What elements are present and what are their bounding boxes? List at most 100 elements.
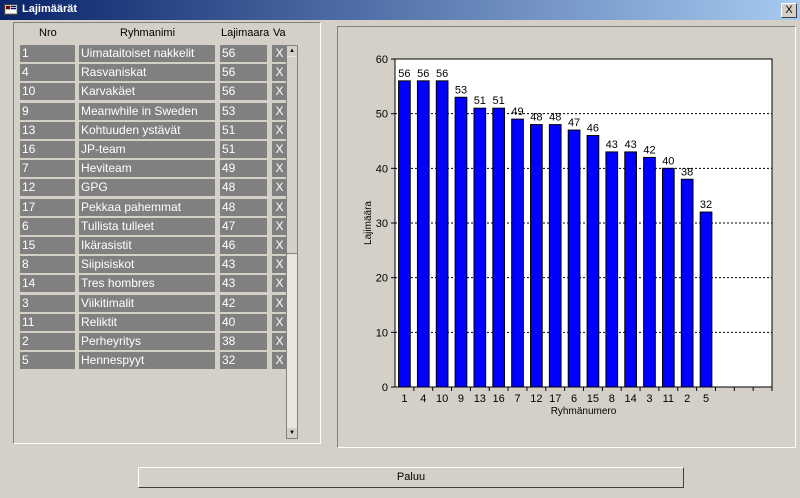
nro-field[interactable]: 16: [20, 141, 75, 158]
bar: [548, 124, 562, 388]
y-tick-label: 40: [376, 163, 388, 175]
nro-field[interactable]: 7: [20, 160, 75, 178]
group-name-field[interactable]: Siipisiskot: [79, 256, 215, 274]
group-name-field[interactable]: JP-team: [79, 141, 215, 158]
lajimaara-field[interactable]: 48: [220, 179, 267, 197]
vertical-scrollbar[interactable]: ▲ ▼: [286, 45, 298, 439]
window-client: Nro Ryhmanimi Lajimaara Va 1 Uimataitoise…: [2, 22, 798, 496]
x-tick-label: 6: [571, 393, 577, 405]
lajimaara-field[interactable]: 46: [220, 237, 267, 254]
group-name-field[interactable]: Heviteam: [79, 160, 215, 178]
nro-field[interactable]: 14: [20, 275, 75, 293]
bar: [643, 156, 656, 388]
group-name-field[interactable]: Hennespyyt: [79, 352, 215, 370]
delete-row-button[interactable]: X: [272, 83, 287, 101]
group-name-field[interactable]: Ikärasistit: [79, 237, 215, 254]
close-button[interactable]: X: [781, 3, 797, 18]
data-label: 51: [493, 95, 505, 107]
nro-field[interactable]: 2: [20, 333, 75, 350]
delete-row-button[interactable]: X: [272, 64, 287, 82]
bar: [699, 211, 713, 388]
group-name-field[interactable]: Perheyritys: [79, 333, 215, 350]
group-name-field[interactable]: Tullista tulleet: [79, 217, 215, 235]
lajimaara-field[interactable]: 47: [220, 217, 267, 235]
delete-row-button[interactable]: X: [272, 217, 287, 235]
lajimaara-field[interactable]: 48: [220, 198, 267, 216]
lajimaara-field[interactable]: 56: [220, 45, 267, 62]
group-name-field[interactable]: Meanwhile in Sweden: [79, 102, 215, 120]
nro-field[interactable]: 1: [20, 45, 75, 62]
delete-row-button[interactable]: X: [272, 333, 287, 350]
header-lajimaara: Lajimaara: [221, 27, 270, 39]
group-name-field[interactable]: Kohtuuden ystävät: [79, 121, 215, 139]
delete-row-button[interactable]: X: [272, 198, 287, 216]
delete-row-button[interactable]: X: [272, 237, 287, 254]
lajimaara-field[interactable]: 53: [220, 102, 267, 120]
group-name-field[interactable]: GPG: [79, 179, 215, 197]
delete-row-button[interactable]: X: [272, 275, 287, 293]
bar: [511, 118, 524, 388]
delete-row-button[interactable]: X: [272, 294, 287, 312]
delete-row-button[interactable]: X: [272, 313, 287, 331]
nro-field[interactable]: 15: [20, 237, 75, 254]
group-name-field[interactable]: Pekkaa pahemmat: [79, 198, 215, 216]
nro-field[interactable]: 9: [20, 102, 75, 120]
x-tick-label: 16: [493, 393, 505, 405]
group-name-field[interactable]: Rasvaniskat: [79, 64, 215, 82]
paluu-button[interactable]: Paluu: [138, 467, 684, 488]
scroll-down-icon[interactable]: ▼: [287, 428, 297, 438]
delete-row-button[interactable]: X: [272, 179, 287, 197]
nro-field[interactable]: 3: [20, 294, 75, 312]
data-label: 32: [700, 199, 712, 211]
nro-field[interactable]: 4: [20, 64, 75, 82]
bar: [492, 107, 506, 388]
lajimaara-field[interactable]: 49: [220, 160, 267, 178]
lajimaara-field[interactable]: 38: [220, 333, 267, 350]
group-name-field[interactable]: Viikitimalit: [79, 294, 215, 312]
bar: [661, 167, 675, 388]
nro-field[interactable]: 8: [20, 256, 75, 274]
lajimaara-field[interactable]: 43: [220, 275, 267, 293]
lajimaara-field[interactable]: 51: [220, 141, 267, 158]
data-label: 43: [625, 139, 637, 151]
lajimaara-field[interactable]: 42: [220, 294, 267, 312]
nro-field[interactable]: 10: [20, 83, 75, 101]
delete-row-button[interactable]: X: [272, 141, 287, 158]
x-tick-label: 13: [474, 393, 486, 405]
group-name-field[interactable]: Tres hombres: [79, 275, 215, 293]
delete-row-button[interactable]: X: [272, 256, 287, 274]
scroll-up-icon[interactable]: ▲: [287, 46, 297, 56]
nro-field[interactable]: 12: [20, 179, 75, 197]
bar: [605, 151, 619, 388]
y-tick-label: 50: [376, 109, 388, 121]
nro-field[interactable]: 13: [20, 121, 75, 139]
data-label: 38: [681, 166, 693, 178]
x-axis-title: Ryhmänumero: [551, 406, 617, 417]
delete-row-button[interactable]: X: [272, 45, 287, 62]
delete-row-button[interactable]: X: [272, 160, 287, 178]
group-name-field[interactable]: Reliktit: [79, 313, 215, 331]
nro-field[interactable]: 6: [20, 217, 75, 235]
lajimaara-field[interactable]: 56: [220, 83, 267, 101]
nro-field[interactable]: 11: [20, 313, 75, 331]
lajimaara-field[interactable]: 56: [220, 64, 267, 82]
data-label: 47: [568, 117, 580, 129]
x-tick-label: 12: [530, 393, 542, 405]
nro-field[interactable]: 17: [20, 198, 75, 216]
lajimaara-field[interactable]: 32: [220, 352, 267, 370]
header-nro: Nro: [39, 27, 57, 39]
data-label: 40: [662, 155, 674, 167]
delete-row-button[interactable]: X: [272, 102, 287, 120]
delete-row-button[interactable]: X: [272, 121, 287, 139]
delete-row-button[interactable]: X: [272, 352, 287, 370]
group-name-field[interactable]: Karvakäet: [79, 83, 215, 101]
bar: [680, 178, 694, 388]
lajimaara-field[interactable]: 51: [220, 121, 267, 139]
x-tick-label: 14: [625, 393, 637, 405]
scroll-thumb[interactable]: [287, 57, 297, 254]
nro-field[interactable]: 5: [20, 352, 75, 370]
lajimaara-field[interactable]: 43: [220, 256, 267, 274]
group-name-field[interactable]: Uimataitoiset nakkelit: [79, 45, 215, 62]
lajimaara-field[interactable]: 40: [220, 313, 267, 331]
y-tick-label: 60: [376, 54, 388, 66]
